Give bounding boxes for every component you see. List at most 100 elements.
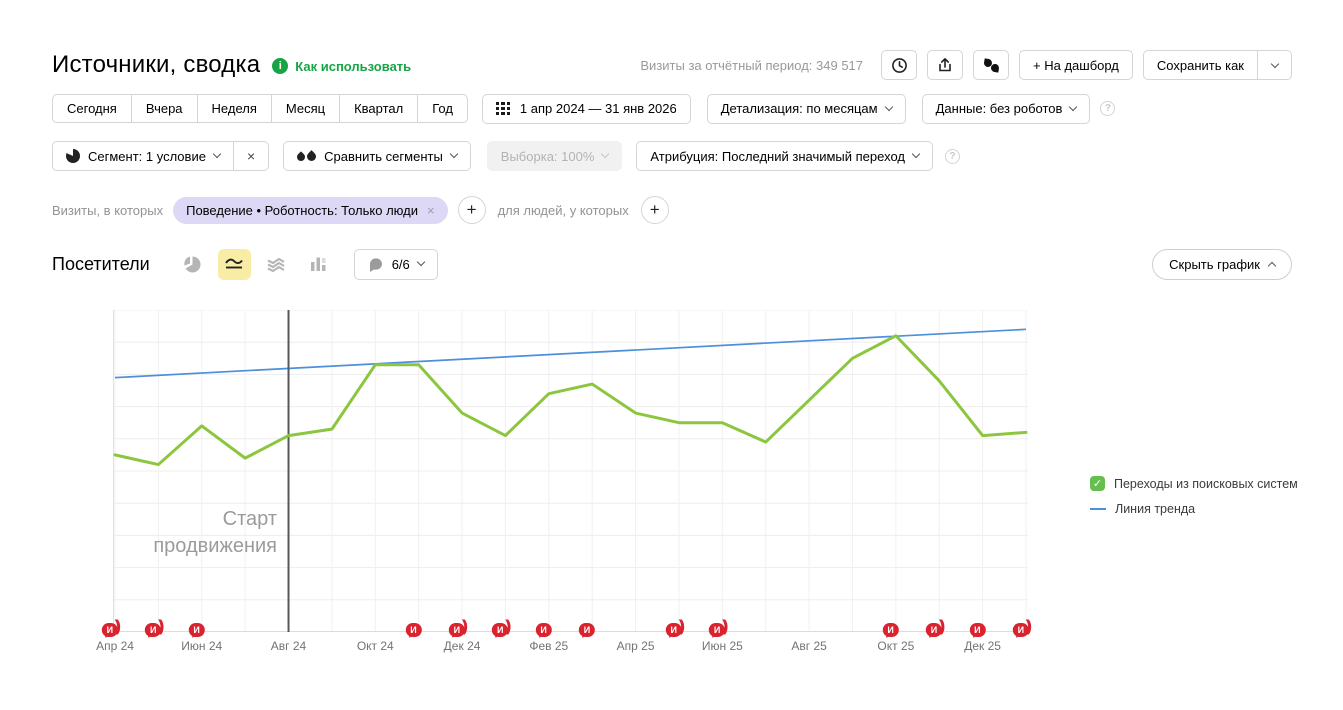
search-traffic-series-line[interactable] <box>115 336 1026 465</box>
metrica-sources-summary-page: Источники, сводка i Как использовать Виз… <box>0 0 1343 710</box>
period-preset-5[interactable]: Год <box>418 94 468 123</box>
period-preset-0[interactable]: Сегодня <box>52 94 132 123</box>
filter-pill-label: Поведение • Роботность: Только люди <box>186 203 418 218</box>
save-as-button[interactable]: Сохранить как <box>1143 50 1258 80</box>
annotation-bubble-icon: И <box>189 623 205 637</box>
legend-item-trend[interactable]: Линия тренда <box>1090 502 1298 516</box>
chart-title: Посетители <box>52 254 150 275</box>
attribution-label: Атрибуция: Последний значимый переход <box>650 149 905 164</box>
news-annotation-marker[interactable]: И)) <box>449 623 471 643</box>
chart-canvas[interactable] <box>113 310 1028 632</box>
news-annotation-marker[interactable]: И)) <box>666 623 688 643</box>
period-preset-3[interactable]: Месяц <box>272 94 340 123</box>
news-annotation-marker[interactable]: И)) <box>145 623 167 643</box>
segment-split-button: Сегмент: 1 условие × <box>52 141 269 171</box>
visits-filter-label: Визиты, в которых <box>52 203 163 218</box>
page-title: Источники, сводка <box>52 51 260 79</box>
plus-icon: + <box>650 200 660 220</box>
chart-type-columns-button[interactable] <box>302 249 335 280</box>
hide-chart-label: Скрыть график <box>1169 257 1260 272</box>
data-mode-dropdown[interactable]: Данные: без роботов <box>922 94 1091 124</box>
news-annotation-marker[interactable]: И <box>883 623 905 643</box>
legend-label: Переходы из поисковых систем <box>1114 477 1298 491</box>
detail-dropdown[interactable]: Детализация: по месяцам <box>707 94 906 124</box>
sampling-label: Выборка: 100% <box>501 149 595 164</box>
save-as-menu-button[interactable] <box>1258 50 1292 80</box>
legend-item-search-traffic[interactable]: ✓ Переходы из поисковых систем <box>1090 476 1298 491</box>
news-annotation-marker[interactable]: И <box>969 623 991 643</box>
compare-label: Сравнить сегменты <box>324 149 443 164</box>
date-range-label: 1 апр 2024 — 31 янв 2026 <box>520 101 677 116</box>
history-button[interactable] <box>881 50 917 80</box>
hide-chart-button[interactable]: Скрыть график <box>1152 249 1292 280</box>
annotation-markers-row: И))И))ИИИ))И))ИИИ))И))ИИ))ИИ)) <box>113 623 1028 647</box>
news-annotation-marker[interactable]: И)) <box>492 623 514 643</box>
chart-type-area-button[interactable] <box>260 249 293 280</box>
legend-checkbox-icon: ✓ <box>1090 476 1105 491</box>
how-to-use-link[interactable]: Как использовать <box>295 59 411 74</box>
annotation-bubble-icon: И <box>709 623 725 637</box>
export-upload-icon <box>937 57 953 73</box>
add-to-dashboard-button[interactable]: + На дашборд <box>1019 50 1133 80</box>
segment-toolbar: Сегмент: 1 условие × Сравнить сегменты В… <box>52 141 960 171</box>
date-range-button[interactable]: 1 апр 2024 — 31 янв 2026 <box>482 94 691 124</box>
robotness-filter-pill[interactable]: Поведение • Роботность: Только люди × <box>173 197 447 224</box>
news-annotation-marker[interactable]: И)) <box>709 623 731 643</box>
period-toolbar: СегодняВчераНеделяМесяцКварталГод 1 апр … <box>52 94 1115 123</box>
add-people-condition-button[interactable]: + <box>641 196 669 224</box>
annotation-bubble-icon: И <box>449 623 465 637</box>
chevron-down-icon <box>1069 102 1077 110</box>
title-row: Источники, сводка i Как использовать Виз… <box>52 48 1292 82</box>
legend-label: Линия тренда <box>1115 502 1195 516</box>
export-button[interactable] <box>927 50 963 80</box>
chevron-down-icon <box>912 150 920 158</box>
people-filter-label: для людей, у которых <box>498 203 629 218</box>
drops-compare-icon <box>297 152 316 161</box>
help-icon[interactable]: ? <box>945 149 960 164</box>
help-icon[interactable]: ? <box>1100 101 1115 116</box>
chart-type-pie-button[interactable] <box>176 249 209 280</box>
annotations-toggle-button[interactable] <box>973 50 1009 80</box>
chevron-down-icon <box>213 150 221 158</box>
close-icon: × <box>247 148 255 164</box>
add-visit-condition-button[interactable]: + <box>458 196 486 224</box>
chart-legend: ✓ Переходы из поисковых систем Линия тренд… <box>1090 476 1298 527</box>
news-annotation-marker[interactable]: И <box>189 623 211 643</box>
attribution-dropdown[interactable]: Атрибуция: Последний значимый переход <box>636 141 933 171</box>
pie-segment-icon <box>66 149 80 163</box>
chart-type-line-button[interactable] <box>218 249 251 280</box>
remove-filter-icon[interactable]: × <box>427 203 435 218</box>
chevron-down-icon <box>1270 60 1278 68</box>
chevron-down-icon <box>884 102 892 110</box>
stacked-area-icon <box>267 256 285 272</box>
compare-segments-dropdown[interactable]: Сравнить сегменты <box>283 141 471 171</box>
period-preset-group: СегодняВчераНеделяМесяцКварталГод <box>52 94 468 123</box>
annotation-bubble-icon: И <box>666 623 682 637</box>
sampling-dropdown[interactable]: Выборка: 100% <box>487 141 623 171</box>
quotes-icon <box>984 59 999 72</box>
period-preset-2[interactable]: Неделя <box>198 94 272 123</box>
annotation-bubble-icon: И <box>926 623 942 637</box>
promo-start-annotation: Старт продвижения <box>113 506 277 560</box>
visitors-chart[interactable]: Старт продвижения <box>113 310 1028 632</box>
news-annotation-marker[interactable]: И)) <box>102 623 124 643</box>
save-as-split-button: Сохранить как <box>1143 50 1292 80</box>
annotation-bubble-icon: И <box>145 623 161 637</box>
header-actions: Визиты за отчётный период: 349 517 <box>640 50 1292 80</box>
annotation-bubble-icon: И <box>883 623 899 637</box>
period-preset-4[interactable]: Квартал <box>340 94 418 123</box>
calendar-grid-icon <box>496 102 511 116</box>
news-annotation-marker[interactable]: И)) <box>1013 623 1035 643</box>
trend-line <box>115 329 1026 377</box>
legend-trend-line-icon <box>1090 508 1106 510</box>
segment-dropdown[interactable]: Сегмент: 1 условие <box>52 141 234 171</box>
period-preset-1[interactable]: Вчера <box>132 94 198 123</box>
info-icon: i <box>272 58 288 74</box>
news-annotation-marker[interactable]: И <box>579 623 601 643</box>
annotations-count-dropdown[interactable]: 6/6 <box>354 249 438 280</box>
chart-header: Посетители <box>52 248 1292 280</box>
segment-clear-button[interactable]: × <box>234 141 269 171</box>
news-annotation-marker[interactable]: И)) <box>926 623 948 643</box>
news-annotation-marker[interactable]: И <box>405 623 427 643</box>
news-annotation-marker[interactable]: И <box>536 623 558 643</box>
